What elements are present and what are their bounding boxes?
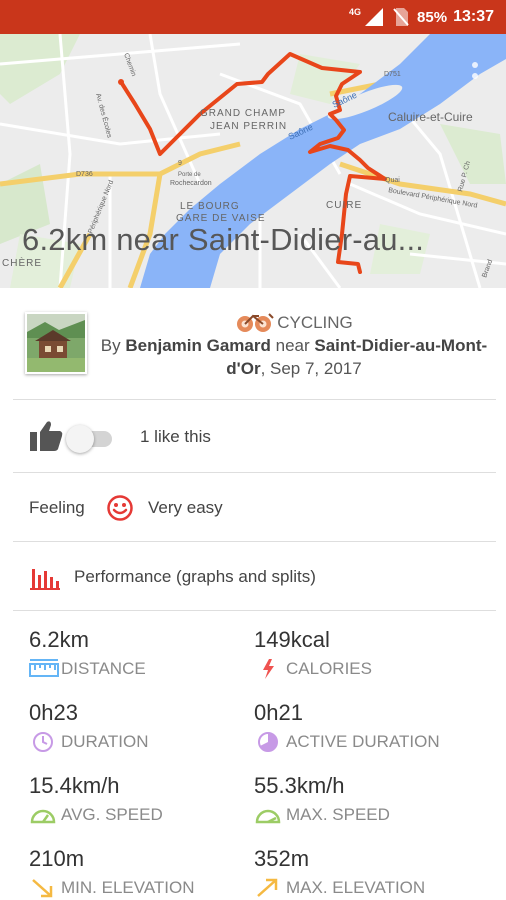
svg-text:LE BOURG: LE BOURG: [180, 201, 240, 212]
speedometer-icon: [30, 809, 56, 824]
stat-min-elevation: 210m MIN. ELEVATION: [29, 846, 195, 899]
stat-label: DISTANCE: [61, 659, 146, 678]
stat-label: CALORIES: [286, 659, 372, 678]
feeling-row: Feeling Very easy: [0, 490, 506, 526]
divider: [13, 472, 496, 473]
svg-text:D751: D751: [384, 71, 401, 78]
stat-value: 0h21: [254, 700, 303, 725]
stat-duration: 0h23 DURATION: [29, 700, 149, 753]
likes-count: 1 like this: [140, 427, 211, 446]
activity-date: , Sep 7, 2017: [260, 359, 362, 378]
svg-text:Rochecardon: Rochecardon: [170, 180, 212, 187]
stat-max-speed: 55.3km/h MAX. SPEED: [254, 773, 390, 826]
stat-value: 6.2km: [29, 627, 89, 652]
arrow-up-right-icon: [257, 878, 278, 897]
activity-photo[interactable]: [25, 312, 87, 374]
stat-value: 15.4km/h: [29, 773, 120, 798]
cycling-icon: [237, 313, 274, 332]
status-icons: 4G 85% 13:37: [349, 0, 506, 34]
activity-type-row: CYCLING: [96, 310, 492, 334]
divider: [13, 399, 496, 400]
activity-header: CYCLING By Benjamin Gamard near Saint-Di…: [0, 288, 506, 400]
stat-value: 55.3km/h: [254, 773, 345, 798]
arrow-down-right-icon: [32, 879, 53, 898]
battery-level: 85%: [417, 8, 448, 26]
activity-title: 6.2km near Saint-Didier-au...: [22, 222, 425, 257]
performance-label: Performance (graphs and splits): [74, 567, 316, 586]
divider: [13, 610, 496, 611]
clock: 13:37: [453, 8, 494, 25]
stat-value: 210m: [29, 846, 85, 871]
speedometer-max-icon: [255, 809, 281, 824]
author-name[interactable]: Benjamin Gamard: [125, 336, 271, 355]
stat-label: AVG. SPEED: [61, 805, 163, 824]
activity-byline: By Benjamin Gamard near Saint-Didier-au-…: [100, 336, 488, 378]
signal-icon: [365, 8, 384, 26]
smiley-icon: [107, 495, 133, 521]
clock-icon: [33, 732, 53, 752]
stat-label: DURATION: [61, 732, 149, 751]
like-toggle-knob[interactable]: [66, 425, 94, 453]
pie-clock-icon: [258, 732, 278, 752]
svg-text:Caluire-et-Cuire: Caluire-et-Cuire: [388, 110, 473, 124]
bar-chart-icon: [30, 569, 60, 590]
feeling-label: Feeling: [29, 498, 85, 517]
stat-avg-speed: 15.4km/h AVG. SPEED: [29, 773, 163, 826]
route-map[interactable]: GRAND CHAMP JEAN PERRIN Caluire-et-Cuire…: [0, 34, 506, 288]
svg-text:D736: D736: [76, 171, 93, 178]
network-type: 4G: [349, 7, 362, 17]
svg-text:Quai: Quai: [385, 177, 400, 184]
divider: [13, 541, 496, 542]
svg-text:Porte de: Porte de: [178, 172, 201, 178]
lightning-icon: [263, 659, 274, 679]
stat-label: ACTIVE DURATION: [286, 732, 440, 751]
stat-active-duration: 0h21 ACTIVE DURATION: [254, 700, 440, 753]
activity-type: CYCLING: [277, 312, 353, 332]
svg-text:9: 9: [178, 160, 182, 167]
thumbs-up-icon[interactable]: [29, 420, 63, 452]
stat-value: 352m: [254, 846, 310, 871]
stat-max-elevation: 352m MAX. ELEVATION: [254, 846, 425, 899]
svg-text:JEAN PERRIN: JEAN PERRIN: [210, 121, 287, 132]
stat-label: MAX. ELEVATION: [286, 878, 426, 897]
stat-label: MIN. ELEVATION: [61, 878, 195, 897]
stat-calories: 149kcal CALORIES: [254, 627, 372, 680]
svg-text:CUIRE: CUIRE: [326, 200, 362, 211]
no-sim-icon: [393, 8, 409, 26]
performance-row[interactable]: Performance (graphs and splits): [0, 559, 506, 595]
ruler-icon: [29, 659, 59, 677]
feeling-value: Very easy: [148, 498, 223, 517]
svg-text:GRAND CHAMP: GRAND CHAMP: [200, 108, 286, 119]
activity-summary: CYCLING By Benjamin Gamard near Saint-Di…: [96, 310, 492, 380]
status-bar: 4G 85% 13:37: [0, 0, 506, 34]
stat-value: 0h23: [29, 700, 78, 725]
stat-label: MAX. SPEED: [286, 805, 390, 824]
stat-distance: 6.2km DISTANCE: [29, 627, 146, 680]
stat-value: 149kcal: [254, 627, 330, 652]
